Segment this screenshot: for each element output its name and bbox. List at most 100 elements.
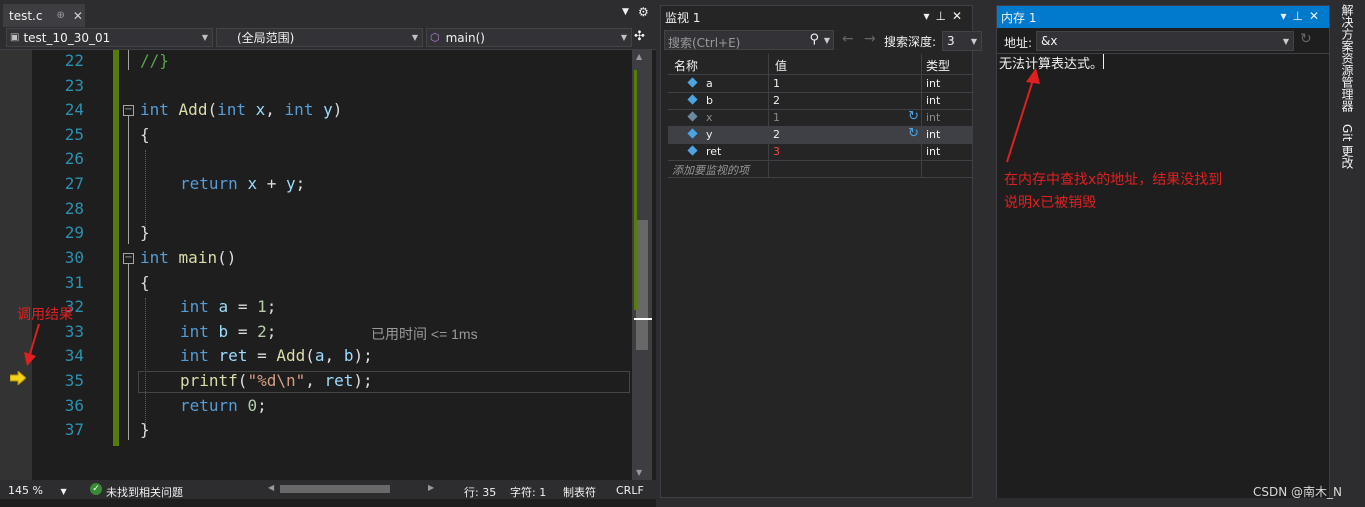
code-line: } — [140, 420, 150, 439]
zoom-dropdown[interactable]: 145 % ▼ — [8, 484, 67, 497]
gear-icon[interactable]: ⚙ — [638, 5, 649, 19]
close-icon[interactable]: ✕ — [1309, 9, 1325, 23]
watch-name-cell[interactable]: b — [668, 92, 769, 109]
scope-dropdown[interactable]: (全局范围) ▼ — [216, 28, 423, 47]
close-icon[interactable]: ✕ — [952, 9, 968, 23]
search-depth-dropdown[interactable]: 3 ▼ — [942, 31, 982, 51]
watch-row[interactable]: a 1 int — [668, 75, 972, 93]
issues-status[interactable]: 未找到相关问题 — [106, 484, 183, 500]
dropdown-icon[interactable]: ▾ — [923, 9, 935, 23]
column-label: 值 — [775, 59, 788, 73]
code-line: int b = 2; — [180, 322, 277, 341]
watch-title-bar[interactable]: 监视 1 ▾⊥✕ — [661, 6, 972, 28]
add-watch-row[interactable]: 添加要监视的项 — [668, 160, 972, 178]
column-indicator: 字符: 1 — [510, 486, 547, 499]
change-tracking-bar — [113, 50, 119, 446]
line-number: 30 — [64, 248, 84, 267]
column-header-value[interactable]: 值 — [769, 54, 922, 74]
line-number: 31 — [64, 273, 84, 292]
empty-cell — [922, 160, 972, 177]
chevron-down-icon[interactable]: ▼ — [824, 36, 830, 45]
project-label: test_10_30_01 — [23, 30, 111, 45]
project-dropdown[interactable]: ▣ test_10_30_01 ▼ — [6, 28, 213, 47]
watch-row[interactable]: x 1 ↻ int — [668, 109, 972, 127]
add-watch-placeholder: 添加要监视的项 — [672, 164, 749, 177]
line-number: 35 — [64, 371, 84, 390]
watch-row[interactable]: ret 3 int — [668, 143, 972, 161]
scroll-right-icon[interactable]: ▶ — [428, 483, 434, 492]
watch-row[interactable]: b 2 int — [668, 92, 972, 110]
variable-icon — [687, 128, 698, 139]
search-depth-value: 3 — [947, 34, 955, 48]
tab-test-c[interactable]: test.c ⊕ ✕ — [3, 4, 85, 27]
watch-name: a — [706, 77, 713, 90]
watch-value-cell[interactable]: 1 ↻ — [769, 109, 922, 126]
collapse-icon[interactable]: − — [123, 105, 134, 116]
watch-value-cell[interactable]: 2 — [769, 92, 922, 109]
chevron-down-icon: ▼ — [411, 33, 418, 42]
refresh-icon[interactable]: ↻ — [1300, 31, 1312, 47]
arrow-left-icon[interactable]: ← — [842, 31, 854, 47]
perf-tip[interactable]: 已用时间 <= 1ms — [371, 324, 478, 344]
pin-icon[interactable]: ⊕ — [56, 10, 64, 21]
text-cursor — [1103, 54, 1104, 69]
code-line: return x + y; — [180, 174, 306, 193]
watch-value-cell[interactable]: 3 — [769, 143, 922, 160]
refresh-icon[interactable]: ↻ — [908, 126, 919, 141]
tab-solution-explorer[interactable]: 解决方案资源管理器 — [1339, 4, 1356, 112]
outline-guide — [128, 264, 129, 440]
watch-value-cell[interactable]: 2 ↻ — [769, 126, 922, 143]
variable-icon — [687, 77, 698, 88]
watch-search-input[interactable]: 搜索(Ctrl+E) ⚲ ▼ — [664, 30, 834, 50]
tab-label: test.c — [9, 8, 43, 23]
chevron-down-icon: ▼ — [970, 37, 977, 46]
address-label: 地址: — [1004, 36, 1033, 50]
scope-label: (全局范围) — [237, 31, 295, 45]
tab-git-changes[interactable]: Git 更改 — [1339, 124, 1356, 169]
watch-value-cell[interactable]: 1 — [769, 75, 922, 92]
scrollbar-thumb[interactable] — [636, 220, 648, 350]
memory-title-bar[interactable]: 内存 1 ▾⊥✕ — [997, 6, 1329, 28]
add-watch-cell[interactable]: 添加要监视的项 — [668, 160, 769, 177]
collapse-icon[interactable]: − — [123, 253, 134, 264]
scroll-up-icon[interactable]: ▲ — [636, 52, 642, 61]
search-depth-label: 搜索深度: — [884, 35, 937, 49]
arrow-right-icon[interactable]: → — [864, 31, 876, 47]
scrollbar-thumb[interactable] — [280, 485, 390, 493]
pin-icon[interactable]: ⊥ — [935, 9, 951, 23]
chevron-down-icon: ▼ — [620, 33, 627, 42]
line-number: 28 — [64, 199, 84, 218]
search-icon[interactable]: ⚲ — [809, 32, 819, 47]
chevron-down-icon[interactable]: ▼ — [1283, 37, 1289, 46]
code-text-area[interactable]: − − 22 23 24 25 26 27 28 29 30 31 32 33 … — [32, 50, 632, 480]
watch-name: b — [706, 94, 713, 107]
search-placeholder: 搜索(Ctrl+E) — [668, 36, 741, 50]
watch-name-cell[interactable]: x — [668, 109, 769, 126]
watch-title: 监视 1 — [665, 10, 701, 25]
watch-name-cell[interactable]: y — [668, 126, 769, 143]
chevron-down-icon: ▼ — [60, 487, 67, 496]
scroll-left-icon[interactable]: ◀ — [268, 483, 274, 492]
dropdown-icon[interactable]: ▾ — [1280, 9, 1292, 23]
line-number: 22 — [64, 51, 84, 70]
function-dropdown[interactable]: ⬡ main() ▼ — [426, 28, 632, 47]
pin-icon[interactable]: ⊥ — [1292, 9, 1308, 23]
close-icon[interactable]: ✕ — [73, 9, 83, 23]
watch-name-cell[interactable]: ret — [668, 143, 769, 160]
column-header-type[interactable]: 类型 — [922, 54, 972, 74]
tab-mode-indicator[interactable]: 制表符 — [563, 484, 596, 500]
line-ending-indicator[interactable]: CRLF — [616, 484, 644, 497]
watch-type: int — [926, 145, 941, 158]
refresh-icon[interactable]: ↻ — [908, 109, 919, 124]
watch-name-cell[interactable]: a — [668, 75, 769, 92]
column-header-name[interactable]: 名称 — [668, 54, 769, 74]
watch-row[interactable]: y 2 ↻ int — [668, 126, 972, 144]
address-input[interactable]: &x ▼ — [1036, 31, 1294, 51]
split-editor-icon[interactable]: ✣ — [634, 29, 645, 44]
tab-list-dropdown-icon[interactable]: ▼ — [622, 7, 629, 17]
editor-horizontal-scrollbar[interactable]: ◀ ▶ — [268, 483, 436, 495]
glyph-margin — [0, 50, 32, 480]
scroll-down-icon[interactable]: ▼ — [636, 468, 642, 477]
memory-content[interactable] — [997, 53, 1329, 498]
code-line: { — [140, 273, 150, 292]
